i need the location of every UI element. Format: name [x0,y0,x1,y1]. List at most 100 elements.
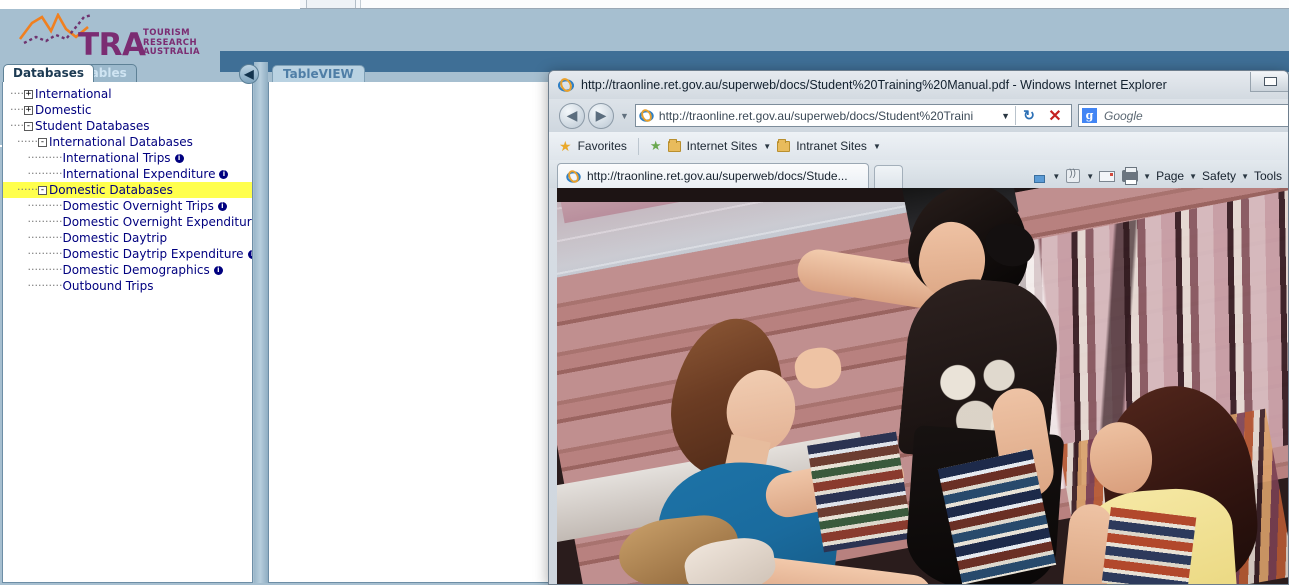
student-photo [557,188,1288,584]
favorites-item-internet-sites[interactable]: Internet Sites [687,139,758,153]
chevron-down-icon-2[interactable]: ▼ [873,142,881,151]
expand-icon[interactable]: + [23,105,33,115]
tree-indent-guide: ·········· [3,231,63,244]
address-bar[interactable]: http://traonline.ret.gov.au/superweb/doc… [634,104,1072,127]
forward-button[interactable]: ▶ [588,102,614,129]
internet-explorer-window[interactable]: http://traonline.ret.gov.au/superweb/doc… [548,70,1289,585]
tree-indent-guide: ·········· [3,263,63,276]
tree-indent-guide: ·········· [3,215,63,228]
tree-item-label: Domestic Daytrip Expenditure [62,247,244,261]
tree-item-label: Domestic Overnight Expenditure [62,215,253,229]
info-icon[interactable]: i [213,266,223,275]
tree-item-label: Domestic Demographics [62,263,210,277]
header-banner [220,51,1289,72]
tree-indent-guide: ···· [3,103,24,116]
tree-indent-guide: ···· [3,87,24,100]
ie-title-bar[interactable]: http://traonline.ret.gov.au/superweb/doc… [549,71,1288,99]
stop-button[interactable]: ✕ [1042,106,1068,126]
tree-indent-guide: ······ [3,135,38,148]
favorites-item-intranet-sites[interactable]: Intranet Sites [796,139,867,153]
background-window-tab [306,0,356,8]
tree-item[interactable]: ··········Domestic Demographics i [3,262,252,278]
safety-menu[interactable]: Safety [1200,169,1238,183]
ie-tab-row: http://traonline.ret.gov.au/superweb/doc… [549,160,1288,188]
new-tab-button[interactable] [874,165,903,188]
tree-item[interactable]: ···· + Domestic [3,102,252,118]
favorites-button[interactable]: Favorites [578,139,627,153]
collapse-icon[interactable]: - [37,137,47,147]
recent-pages-dropdown[interactable]: ▼ [620,111,629,121]
search-box[interactable]: g Google [1078,104,1288,127]
mail-icon[interactable] [1097,167,1117,185]
add-to-favorites-icon[interactable]: ★ [650,138,662,154]
tree-item[interactable]: ··········Domestic Overnight Expenditure… [3,214,252,230]
tab-favicon-icon [566,169,581,183]
minimize-button[interactable] [1250,72,1288,92]
page-menu[interactable]: Page [1154,169,1186,183]
ie-navigation-bar: ◀ ▶ ▼ http://traonline.ret.gov.au/superw… [549,99,1288,132]
home-icon[interactable] [1029,167,1049,185]
favorites-star-icon: ★ [559,137,572,154]
tree-item-label: International Expenditure [62,167,216,181]
home-chevron-down-icon[interactable]: ▼ [1052,172,1060,181]
tree-item[interactable]: ······ - International Databases [3,134,252,150]
tree-item-label: Domestic [34,103,92,117]
pdf-document-viewport[interactable] [557,188,1288,584]
expand-icon[interactable]: + [23,89,33,99]
tree-indent-guide: ·········· [3,247,63,260]
panel-splitter[interactable] [254,62,268,583]
background-window-field [360,0,1289,8]
tab-databases[interactable]: Databases [3,64,95,82]
tree-item[interactable]: ···· + International [3,86,252,102]
ie-window-title: http://traonline.ret.gov.au/superweb/doc… [581,78,1167,92]
page-chevron-down-icon[interactable]: ▼ [1189,172,1197,181]
database-tree-panel[interactable]: ···· + International ···· + Domestic ···· - St… [2,82,253,583]
tree-item[interactable]: ······ - Domestic Databases [3,182,252,198]
tree-item[interactable]: ··········Domestic Daytrip [3,230,252,246]
search-input[interactable]: Google [1104,109,1143,123]
tree-item[interactable]: ··········Outbound Trips [3,278,252,294]
info-icon[interactable]: i [174,154,184,163]
tree-item[interactable]: ··········Domestic Overnight Trips i [3,198,252,214]
print-icon[interactable] [1120,167,1140,185]
address-dropdown-icon[interactable]: ▼ [996,111,1015,121]
tree-item[interactable]: ···· - Student Databases [3,118,252,134]
print-chevron-down-icon[interactable]: ▼ [1143,172,1151,181]
tree-indent-guide: ·········· [3,279,63,292]
photo-book-stack-3 [1101,507,1197,584]
info-icon[interactable]: i [217,202,227,211]
info-icon[interactable]: i [219,170,229,179]
tree-indent-guide: ·········· [3,199,63,212]
tree-item-label: International Databases [48,135,193,149]
address-input[interactable]: http://traonline.ret.gov.au/superweb/doc… [659,109,973,123]
tree-indent-guide: ·········· [3,151,63,164]
screen: TRA TOURISM RESEARCH AUSTRALIA Databases… [0,0,1289,585]
minimize-icon [1263,77,1277,86]
refresh-button[interactable]: ↻ [1016,107,1042,124]
tree-indent-guide: ·········· [3,167,63,180]
folder-icon-2 [777,138,791,152]
tree-item[interactable]: ··········International Trips i [3,150,252,166]
tra-wordmark: TRA [78,27,146,63]
chevron-down-icon[interactable]: ▼ [763,142,771,151]
folder-icon [667,138,681,152]
tra-logo: TRA TOURISM RESEARCH AUSTRALIA [10,11,200,65]
tree-item[interactable]: ··········Domestic Daytrip Expenditure i [3,246,252,262]
tree-item-label: Student Databases [34,119,150,133]
collapse-icon[interactable]: - [23,121,33,131]
collapse-panel-button[interactable]: ◀ [239,64,259,84]
info-icon[interactable]: i [247,250,252,259]
tools-menu[interactable]: Tools [1252,169,1284,183]
tree-item[interactable]: ··········International Expenditure i [3,166,252,182]
ie-logo-icon [558,78,574,92]
safety-chevron-down-icon[interactable]: ▼ [1241,172,1249,181]
browser-tab[interactable]: http://traonline.ret.gov.au/superweb/doc… [557,163,869,188]
command-bar: ▼ ▼ ▼ Page ▼ Safety ▼ Tools [1029,164,1284,188]
collapse-icon[interactable]: - [37,185,47,195]
favorites-separator [637,137,639,155]
google-icon: g [1082,108,1097,123]
feeds-icon[interactable] [1063,167,1083,185]
back-button[interactable]: ◀ [559,102,585,129]
feeds-chevron-down-icon[interactable]: ▼ [1086,172,1094,181]
tab-tableview[interactable]: TableVIEW [272,65,365,82]
